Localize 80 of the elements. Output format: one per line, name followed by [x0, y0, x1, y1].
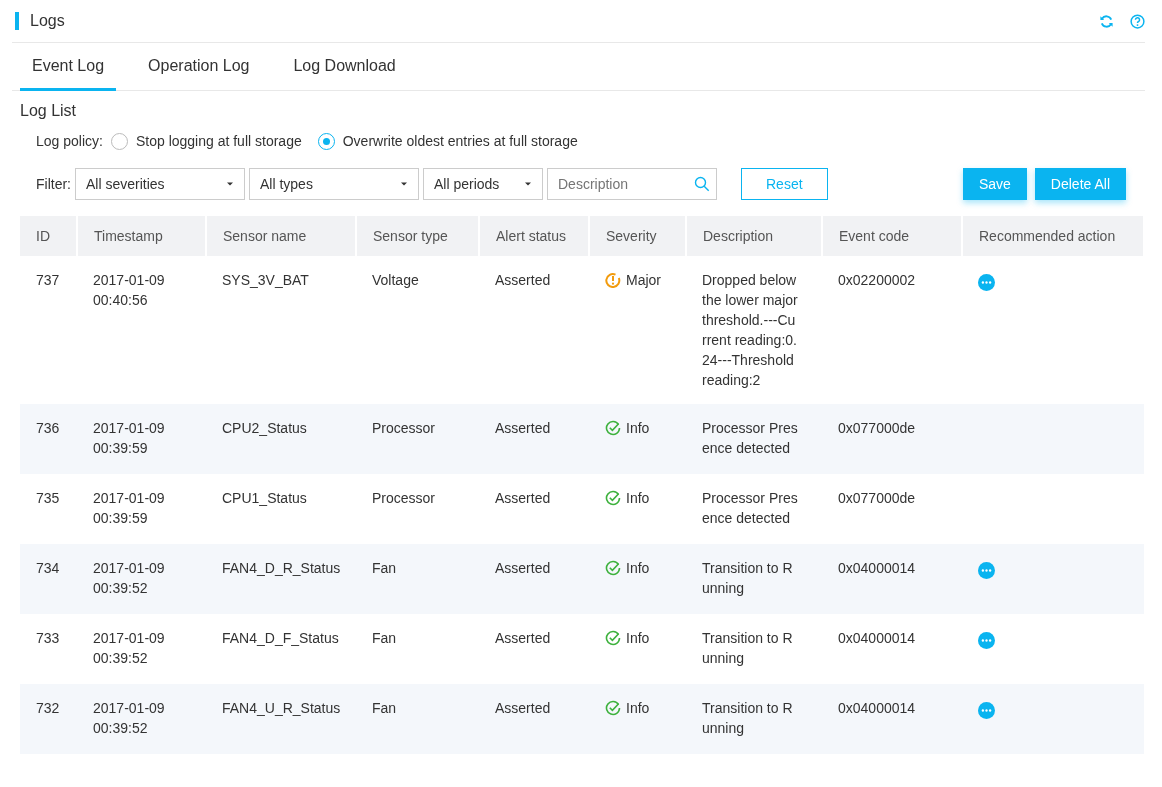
- column-header: Timestamp: [77, 216, 206, 256]
- severity-dropdown[interactable]: All severities: [75, 168, 245, 200]
- section-title: Log List: [19, 101, 78, 121]
- column-header: Event code: [822, 216, 962, 256]
- severity-label: Info: [626, 629, 650, 648]
- table-cell: CPU2_Status: [206, 404, 356, 474]
- table-cell: 732: [20, 684, 77, 754]
- description-text: Dropped below the lower major threshold.---Current reading:0.24---Threshold reading:2: [702, 271, 798, 390]
- table-cell: FAN4_D_F_Status: [206, 614, 356, 684]
- table-cell: FAN4_D_R_Status: [206, 544, 356, 614]
- help-icon[interactable]: [1130, 13, 1145, 29]
- column-header: Recommended action: [962, 216, 1144, 256]
- severity-label: Info: [626, 489, 650, 508]
- table-cell: Asserted: [479, 684, 589, 754]
- table-cell: 0x077000de: [822, 404, 962, 474]
- severity-label: Info: [626, 699, 650, 718]
- table-cell-text: 2017-01-09 00:39:52: [93, 699, 166, 738]
- table-cell: Voltage: [356, 256, 479, 404]
- table-cell-text: 2017-01-09 00:40:56: [93, 271, 166, 310]
- table-cell: 736: [20, 404, 77, 474]
- description-text: Transition to Running: [702, 559, 794, 598]
- table-cell: FAN4_U_R_Status: [206, 684, 356, 754]
- table-cell-text: 2017-01-09 00:39:52: [93, 629, 166, 668]
- description-text: Processor Presence detected: [702, 419, 798, 458]
- column-header: ID: [20, 216, 77, 256]
- table-cell: 733: [20, 614, 77, 684]
- page-title: Logs: [15, 12, 65, 30]
- table-cell: 0x04000014: [822, 614, 962, 684]
- severity-label: Info: [626, 559, 650, 578]
- caret-icon: [400, 180, 408, 188]
- filter-label: Filter:: [36, 174, 71, 194]
- policy-label: Log policy:: [36, 132, 103, 151]
- refresh-icon[interactable]: [1099, 13, 1114, 29]
- tab[interactable]: Log Download: [281, 43, 408, 91]
- column-header: Severity: [589, 216, 686, 256]
- table-cell: Fan: [356, 544, 479, 614]
- radio-label: Overwrite oldest entries at full storage: [342, 132, 578, 151]
- table-cell: 734: [20, 544, 77, 614]
- caret-icon: [226, 180, 234, 188]
- description-text: Transition to Running: [702, 699, 794, 738]
- table-cell: Processor: [356, 474, 479, 544]
- table-cell: 735: [20, 474, 77, 544]
- column-header: Alert status: [479, 216, 589, 256]
- search-icon: [694, 176, 710, 192]
- table-cell-text: 2017-01-09 00:39:59: [93, 489, 166, 528]
- table-cell: Asserted: [479, 614, 589, 684]
- table-cell-text: 2017-01-09 00:39:52: [93, 559, 166, 598]
- table-cell: Asserted: [479, 256, 589, 404]
- description-text: Processor Presence detected: [702, 489, 798, 528]
- table-cell: 0x02200002: [822, 256, 962, 404]
- table-cell: Processor: [356, 404, 479, 474]
- more-icon[interactable]: [978, 701, 995, 719]
- table-cell: 737: [20, 256, 77, 404]
- search-field[interactable]: Description: [547, 168, 717, 200]
- column-header: Description: [686, 216, 822, 256]
- tab[interactable]: Operation Log: [136, 43, 262, 91]
- table-cell: 0x04000014: [822, 544, 962, 614]
- table-cell-text: 2017-01-09 00:39:59: [93, 419, 166, 458]
- radio-label: Stop logging at full storage: [135, 132, 302, 151]
- column-header: Sensor name: [206, 216, 356, 256]
- table-cell: 0x077000de: [822, 474, 962, 544]
- period-dropdown[interactable]: All periods: [423, 168, 543, 200]
- more-icon[interactable]: [978, 561, 995, 579]
- table-cell: Asserted: [479, 544, 589, 614]
- table-cell: Asserted: [479, 404, 589, 474]
- table-cell: Fan: [356, 684, 479, 754]
- severity-label: Info: [626, 419, 650, 438]
- table-cell: Asserted: [479, 474, 589, 544]
- tab[interactable]: Event Log: [20, 43, 117, 91]
- table-cell: CPU1_Status: [206, 474, 356, 544]
- table-cell: Fan: [356, 614, 479, 684]
- type-dropdown[interactable]: All types: [249, 168, 419, 200]
- table-cell: 0x04000014: [822, 684, 962, 754]
- caret-icon: [524, 180, 532, 188]
- severity-label: Major: [626, 271, 661, 290]
- table-cell: SYS_3V_BAT: [206, 256, 356, 404]
- description-text: Transition to Running: [702, 629, 794, 668]
- column-header: Sensor type: [356, 216, 479, 256]
- more-icon[interactable]: [978, 631, 995, 649]
- more-icon[interactable]: [978, 273, 995, 291]
